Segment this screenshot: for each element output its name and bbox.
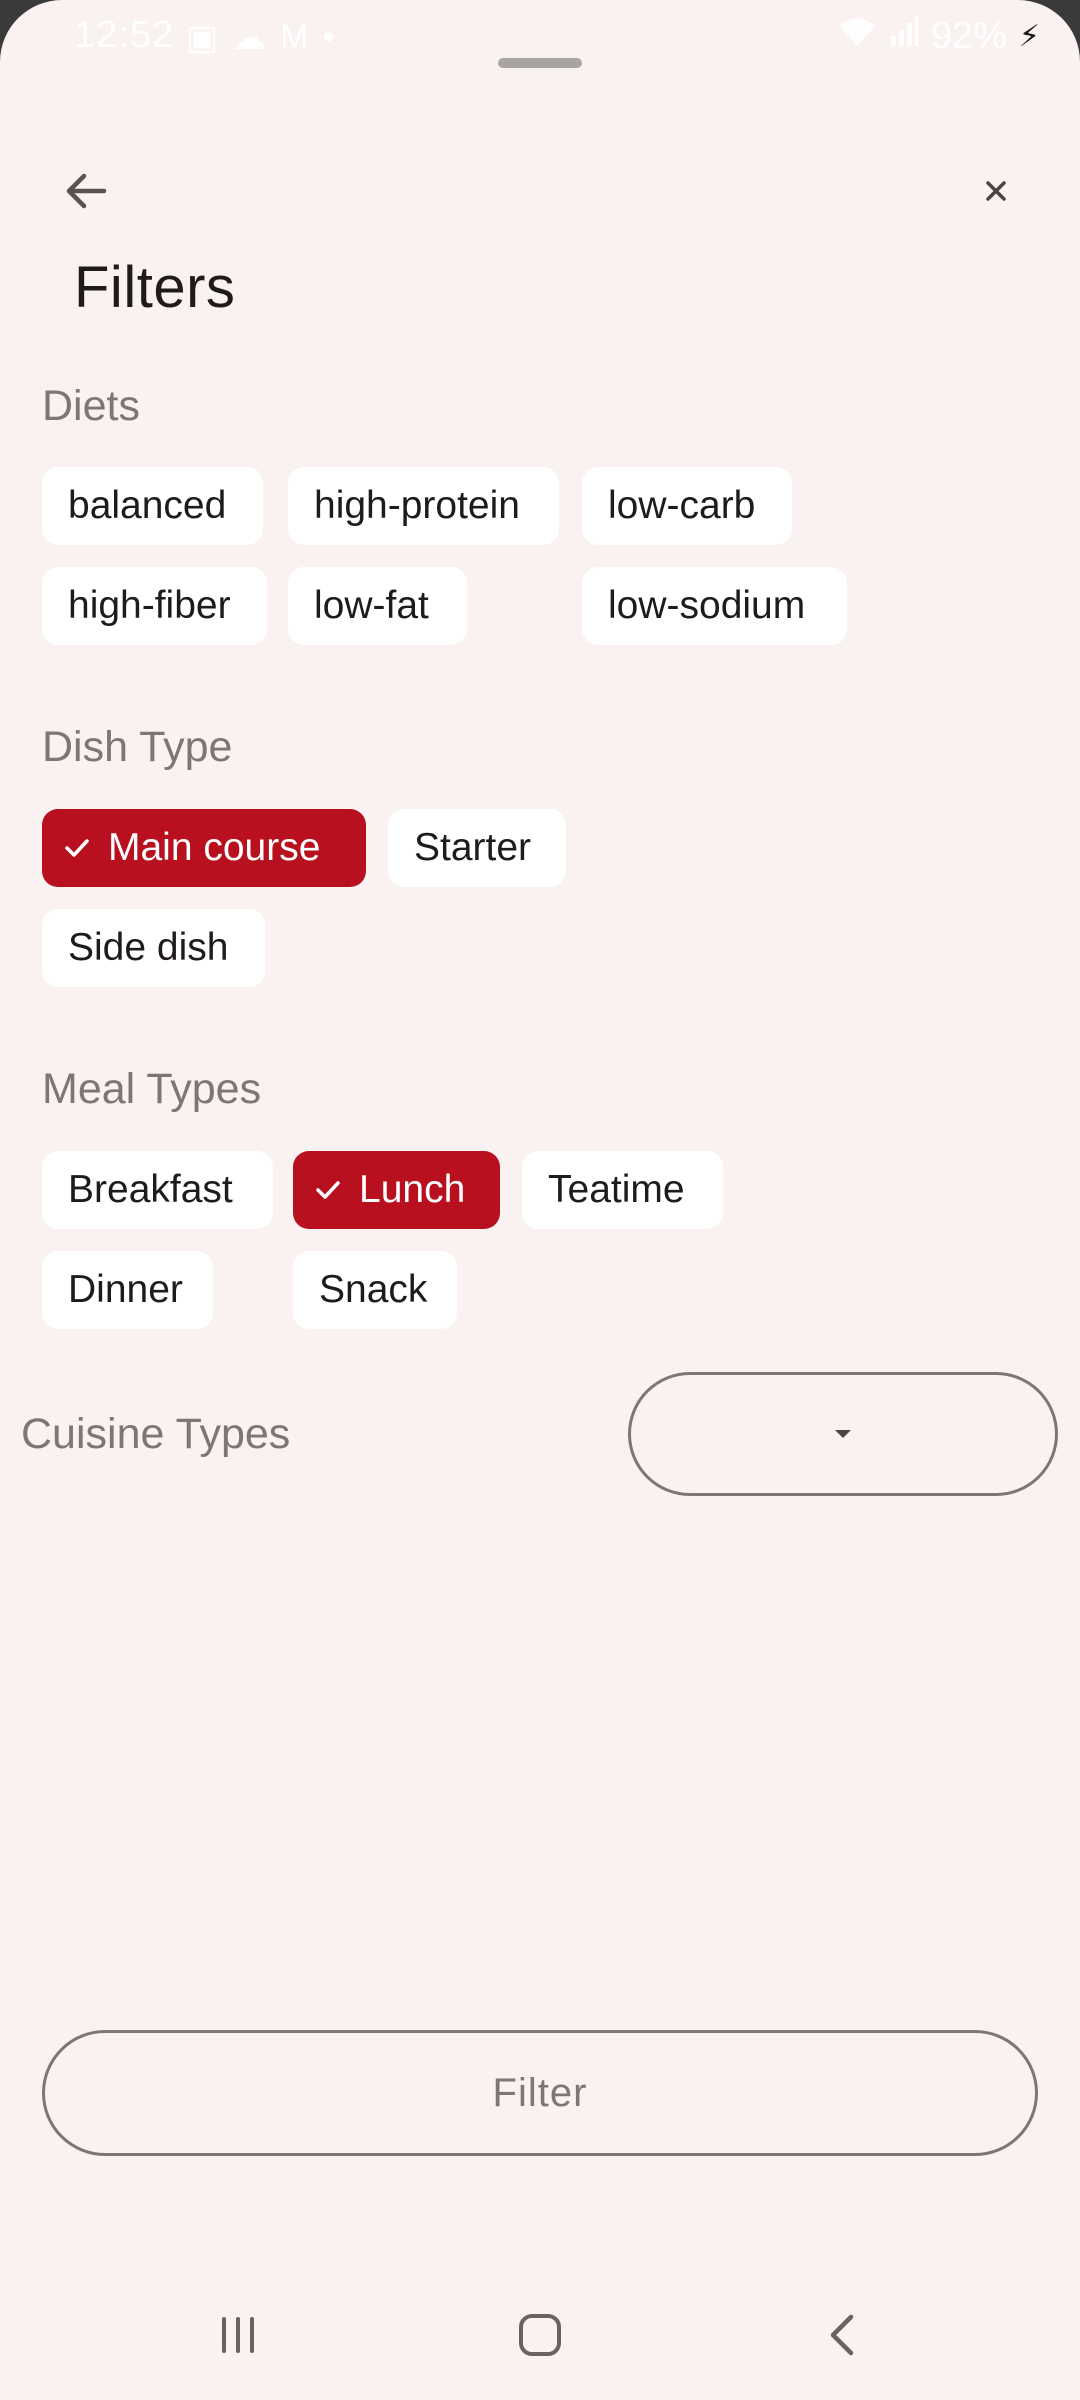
- notification-icons: ▣ ☁ M •: [186, 18, 334, 58]
- status-right: 92% ⚡: [837, 14, 1040, 58]
- chip-diet-low-carb[interactable]: low-carb: [582, 467, 792, 545]
- chip-diet-low-fat[interactable]: low-fat: [288, 567, 467, 645]
- close-button[interactable]: [960, 155, 1032, 227]
- chip-diet-low-sodium[interactable]: low-sodium: [582, 567, 847, 645]
- chip-meal-teatime[interactable]: Teatime: [522, 1151, 723, 1229]
- recents-icon: [222, 2317, 254, 2353]
- chip-label: Lunch: [359, 1168, 466, 1211]
- recents-button[interactable]: [198, 2300, 278, 2370]
- check-icon: [65, 839, 89, 857]
- back-button[interactable]: [50, 155, 122, 227]
- signal-icon: [889, 14, 919, 58]
- chip-diet-balanced[interactable]: balanced: [42, 467, 263, 545]
- chip-dish-side-dish[interactable]: Side dish: [42, 909, 265, 987]
- chip-meal-dinner[interactable]: Dinner: [42, 1251, 213, 1329]
- diets-label: Diets: [42, 382, 140, 430]
- check-icon: [316, 1181, 340, 1199]
- filters-bottom-sheet: 12:52 ▣ ☁ M • 92% ⚡ Filters Diets balanc…: [0, 0, 1080, 2400]
- dot-icon: •: [322, 18, 335, 56]
- cuisine-types-label: Cuisine Types: [21, 1410, 291, 1458]
- weather-icon: ☁: [232, 19, 267, 57]
- chip-meal-breakfast[interactable]: Breakfast: [42, 1151, 273, 1229]
- chip-label: Main course: [108, 826, 321, 869]
- gmail-icon: M: [280, 18, 309, 56]
- dish-type-label: Dish Type: [42, 723, 233, 771]
- charging-icon: ⚡: [1018, 19, 1040, 53]
- chip-diet-high-protein[interactable]: high-protein: [288, 467, 559, 545]
- close-icon: [986, 181, 1006, 201]
- filter-button[interactable]: Filter: [42, 2030, 1038, 2156]
- status-time: 12:52: [74, 14, 175, 56]
- back-nav-button[interactable]: [802, 2300, 882, 2370]
- battery-percent: 92%: [930, 14, 1007, 57]
- page-title: Filters: [74, 255, 236, 320]
- drag-handle[interactable]: [498, 58, 582, 68]
- wifi-icon: [837, 14, 877, 58]
- chip-dish-starter[interactable]: Starter: [388, 809, 566, 887]
- system-nav-bar: [0, 2280, 1080, 2390]
- chip-meal-snack[interactable]: Snack: [293, 1251, 457, 1329]
- dropdown-arrow-icon: [835, 1430, 851, 1438]
- chip-meal-lunch[interactable]: Lunch: [293, 1151, 500, 1229]
- meal-types-label: Meal Types: [42, 1065, 262, 1113]
- home-icon: [519, 2314, 561, 2356]
- arrow-left-icon: [66, 173, 107, 209]
- home-button[interactable]: [500, 2300, 580, 2370]
- cuisine-types-dropdown[interactable]: [628, 1372, 1058, 1496]
- chip-dish-main-course[interactable]: Main course: [42, 809, 366, 887]
- image-icon: ▣: [186, 19, 219, 57]
- chevron-left-icon: [830, 2314, 854, 2356]
- chip-diet-high-fiber[interactable]: high-fiber: [42, 567, 267, 645]
